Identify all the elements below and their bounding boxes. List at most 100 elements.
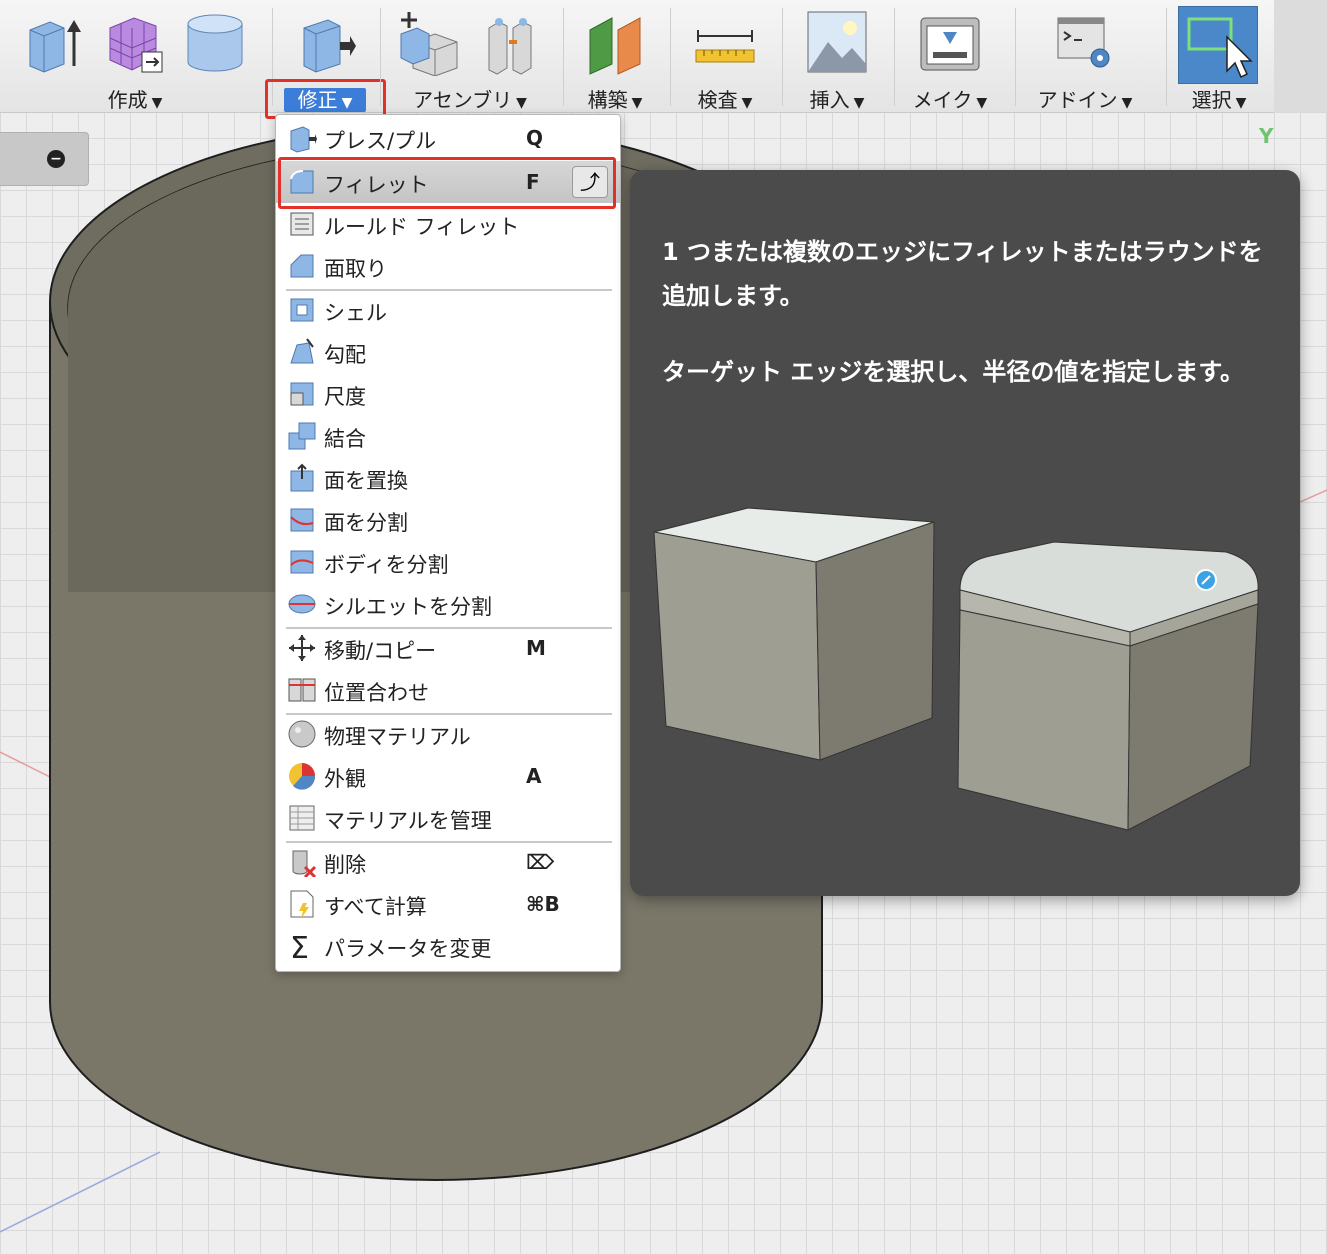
joint-icon[interactable] (479, 8, 541, 76)
menu-item-label: すべて計算 (324, 895, 427, 919)
fillet-tooltip: 1 つまたは複数のエッジにフィレットまたはラウンドを追加します。 ターゲット エ… (630, 170, 1300, 896)
chamfer-icon (290, 254, 314, 278)
toolbar-group-make[interactable]: メイク ▼ (894, 0, 1006, 112)
toolbar-label-inspect[interactable]: 検査 ▼ (670, 84, 780, 113)
toolbar-label-create[interactable]: 作成 ▼ (10, 84, 260, 113)
menu-item-compute-all[interactable]: すべて計算 ⌘B (276, 883, 620, 925)
menu-item-manage-materials[interactable]: マテリアルを管理 (276, 797, 620, 839)
physical-material-icon (288, 720, 316, 748)
browser-panel-tab[interactable]: − (0, 132, 89, 186)
menu-item-shortcut: Q (526, 126, 544, 150)
offset-plane-icon[interactable] (584, 8, 646, 76)
menu-item-label: ボディを分割 (324, 553, 449, 577)
toolbar-label-select[interactable]: 選択 ▼ (1166, 84, 1272, 113)
toolbar-group-create[interactable]: 作成 ▼ (10, 0, 260, 112)
menu-item-replace-face[interactable]: 面を置換 (276, 457, 620, 499)
rule-fillet-icon (290, 212, 314, 236)
toolbar-label-assemble[interactable]: アセンブリ ▼ (380, 84, 560, 113)
menu-item-shortcut: M (526, 636, 546, 660)
menu-item-shell[interactable]: シェル (276, 289, 620, 331)
menu-item-label: シェル (324, 301, 387, 325)
menu-item-label: プレス/プル (324, 129, 437, 153)
menu-item-label: 移動/コピー (324, 639, 437, 663)
menu-item-split-body[interactable]: ボディを分割 (276, 541, 620, 583)
manage-materials-icon (289, 805, 315, 831)
menu-item-label: パラメータを変更 (324, 937, 492, 961)
toolbar-label-addins[interactable]: アドイン ▼ (1015, 84, 1155, 113)
fillet-cube-image (957, 541, 1259, 831)
cylinder-icon[interactable] (184, 8, 246, 76)
menu-item-rule-fillet[interactable]: ルールド フィレット (276, 203, 620, 245)
collapse-icon[interactable]: − (47, 150, 65, 168)
silhouette-split-icon (288, 594, 316, 614)
toolbar-group-insert[interactable]: 挿入 ▼ (782, 0, 892, 112)
menu-item-shortcut: ⌘B (526, 892, 560, 916)
menu-item-label: 結合 (324, 427, 366, 451)
new-component-icon[interactable] (399, 8, 461, 76)
menu-item-label: 物理マテリアル (324, 725, 471, 749)
fillet-illustration (653, 507, 1259, 831)
menu-item-label: 削除 (324, 853, 366, 877)
press-pull-icon[interactable] (294, 8, 356, 76)
press-pull-icon (290, 126, 317, 153)
scripts-addins-icon[interactable] (1054, 8, 1116, 76)
menu-item-label: 面取り (324, 257, 387, 281)
menu-item-label: 位置合わせ (324, 681, 429, 705)
delete-icon (292, 850, 317, 877)
modify-highlight-frame (265, 79, 386, 119)
modify-dropdown-menu: プレス/プル Q フィレット F ⤴ ルールド フィレット 面取り シェル 勾配… (275, 114, 621, 972)
shell-icon (290, 298, 314, 322)
compute-all-icon (290, 890, 314, 919)
menu-item-label: 外観 (324, 767, 366, 791)
menu-item-label: ルールド フィレット (324, 215, 520, 239)
menu-item-label: 面を分割 (324, 511, 408, 535)
extrude-box-icon[interactable] (24, 8, 86, 76)
menu-item-delete[interactable]: 削除 ⌦ (276, 841, 620, 883)
split-face-icon (290, 508, 314, 532)
toolbar-group-addins[interactable]: アドイン ▼ (1015, 0, 1155, 112)
menu-item-appearance[interactable]: 外観 A (276, 755, 620, 797)
toolbar-label-make[interactable]: メイク ▼ (894, 84, 1006, 113)
menu-item-chamfer[interactable]: 面取り (276, 245, 620, 287)
menu-item-label: 面を置換 (324, 469, 408, 493)
menu-item-move[interactable]: 移動/コピー M (276, 627, 620, 669)
menu-item-draft[interactable]: 勾配 (276, 331, 620, 373)
insert-image-icon[interactable] (806, 8, 868, 76)
menu-item-shortcut: ⌦ (526, 850, 555, 874)
main-toolbar: 作成 ▼ 修正 ▼ アセンブリ ▼ 構築 ▼ 検査 ▼ 挿入 ▼ メイク ▼ ア… (0, 0, 1274, 119)
menu-item-label: シルエットを分割 (324, 595, 492, 619)
appearance-icon (289, 763, 316, 790)
toolbar-label-insert[interactable]: 挿入 ▼ (782, 84, 892, 113)
align-icon (288, 678, 316, 702)
menu-item-press-pull[interactable]: プレス/プル Q (276, 117, 620, 159)
svg-text:Σ: Σ (290, 931, 309, 961)
replace-face-icon (290, 463, 314, 492)
form-cube-icon[interactable] (104, 8, 166, 76)
menu-item-silhouette-split[interactable]: シルエットを分割 (276, 583, 620, 625)
menu-item-align[interactable]: 位置合わせ (276, 669, 620, 711)
measure-icon[interactable] (694, 8, 756, 76)
toolbar-group-select[interactable]: 選択 ▼ (1166, 0, 1272, 112)
toolbar-group-inspect[interactable]: 検査 ▼ (670, 0, 780, 112)
menu-item-label: マテリアルを管理 (324, 809, 492, 833)
menu-item-combine[interactable]: 結合 (276, 415, 620, 457)
toolbar-group-construct[interactable]: 構築 ▼ (563, 0, 667, 112)
menu-item-change-parameters[interactable]: Σ パラメータを変更 (276, 925, 620, 967)
draft-icon (290, 338, 314, 364)
combine-icon (288, 422, 316, 450)
menu-item-label: 勾配 (324, 343, 366, 367)
3d-print-icon[interactable] (919, 8, 981, 76)
menu-item-split-face[interactable]: 面を分割 (276, 499, 620, 541)
menu-item-label: 尺度 (324, 385, 366, 409)
menu-item-scale[interactable]: 尺度 (276, 373, 620, 415)
toolbar-label-construct[interactable]: 構築 ▼ (563, 84, 667, 113)
toolbar-overflow-area (1274, 0, 1327, 112)
view-axis-y: Y (1259, 124, 1274, 148)
menu-item-shortcut: A (526, 764, 542, 788)
fillet-highlight-frame (278, 157, 616, 209)
split-body-icon (290, 550, 314, 574)
toolbar-group-assemble[interactable]: アセンブリ ▼ (380, 0, 560, 112)
move-icon (289, 635, 315, 661)
sharp-cube-image (653, 507, 935, 761)
menu-item-physical-material[interactable]: 物理マテリアル (276, 713, 620, 755)
